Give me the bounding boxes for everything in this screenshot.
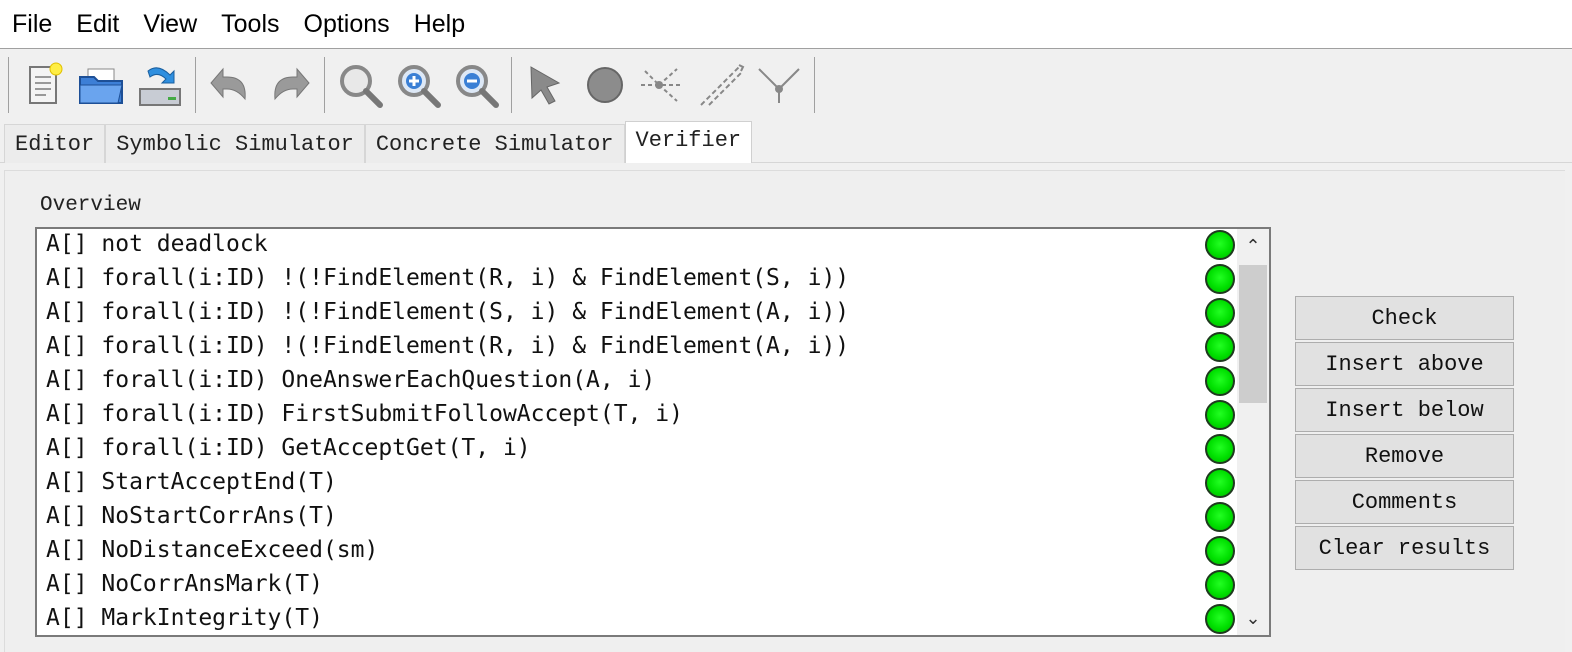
query-text: A[] NoStartCorrAns(T) xyxy=(46,503,337,529)
menu-options[interactable]: Options xyxy=(292,0,402,48)
list-item[interactable]: A[] forall(i:ID) OneAnswerEachQuestion(A… xyxy=(37,365,1237,399)
status-ok-icon xyxy=(1205,536,1235,566)
status-ok-icon xyxy=(1205,400,1235,430)
status-ok-icon xyxy=(1205,264,1235,294)
open-folder-icon[interactable] xyxy=(73,55,131,115)
menu-bar: File Edit View Tools Options Help xyxy=(0,0,1572,49)
query-text: A[] forall(i:ID) FirstSubmitFollowAccept… xyxy=(46,401,683,427)
vertical-scrollbar[interactable]: ⌃ ⌄ xyxy=(1237,229,1269,635)
tab-concrete-simulator[interactable]: Concrete Simulator xyxy=(364,124,625,163)
toolbar-separator xyxy=(8,57,9,113)
location-icon[interactable] xyxy=(576,55,634,115)
toolbar-separator xyxy=(814,57,815,113)
list-item[interactable]: A[] NoCorrAnsMark(T) xyxy=(37,569,1237,603)
comments-button[interactable]: Comments xyxy=(1295,480,1514,524)
menu-view[interactable]: View xyxy=(131,0,209,48)
clear-results-button[interactable]: Clear results xyxy=(1295,526,1514,570)
query-text: A[] forall(i:ID) !(!FindElement(R, i) & … xyxy=(46,333,850,359)
menu-help[interactable]: Help xyxy=(402,0,477,48)
select-pointer-icon[interactable] xyxy=(518,55,576,115)
zoom-in-icon[interactable] xyxy=(389,55,447,115)
status-ok-icon xyxy=(1205,468,1235,498)
list-item[interactable]: A[] forall(i:ID) !(!FindElement(R, i) & … xyxy=(37,263,1237,297)
query-text: A[] not deadlock xyxy=(46,231,268,257)
status-ok-icon xyxy=(1205,604,1235,634)
list-item[interactable]: A[] NoStartCorrAns(T) xyxy=(37,501,1237,535)
edge-icon[interactable] xyxy=(634,55,692,115)
overview-label: Overview xyxy=(40,194,141,217)
menu-edit[interactable]: Edit xyxy=(64,0,131,48)
status-ok-icon xyxy=(1205,366,1235,396)
status-ok-icon xyxy=(1205,332,1235,362)
toolbar xyxy=(0,49,1572,121)
query-text: A[] NoCorrAnsMark(T) xyxy=(46,571,323,597)
redo-icon[interactable] xyxy=(260,55,318,115)
status-ok-icon xyxy=(1205,298,1235,328)
insert-below-button[interactable]: Insert below xyxy=(1295,388,1514,432)
toolbar-separator xyxy=(195,57,196,113)
tab-verifier[interactable]: Verifier xyxy=(624,121,753,163)
query-text: A[] NoDistanceExceed(sm) xyxy=(46,537,379,563)
new-file-icon[interactable] xyxy=(15,55,73,115)
tab-symbolic-simulator[interactable]: Symbolic Simulator xyxy=(105,124,365,163)
toolbar-separator xyxy=(511,57,512,113)
save-icon[interactable] xyxy=(131,55,189,115)
query-text: A[] forall(i:ID) OneAnswerEachQuestion(A… xyxy=(46,367,656,393)
query-text: A[] StartAcceptEnd(T) xyxy=(46,469,337,495)
scroll-up-icon[interactable]: ⌃ xyxy=(1237,229,1269,263)
scroll-thumb[interactable] xyxy=(1239,265,1267,403)
tab-editor[interactable]: Editor xyxy=(4,124,106,163)
nail-icon[interactable] xyxy=(692,55,750,115)
list-item[interactable]: A[] forall(i:ID) !(!FindElement(R, i) & … xyxy=(37,331,1237,365)
list-item[interactable]: A[] forall(i:ID) FirstSubmitFollowAccept… xyxy=(37,399,1237,433)
list-item[interactable]: A[] not deadlock xyxy=(37,229,1237,263)
insert-above-button[interactable]: Insert above xyxy=(1295,342,1514,386)
zoom-icon[interactable] xyxy=(331,55,389,115)
status-ok-icon xyxy=(1205,502,1235,532)
zoom-out-icon[interactable] xyxy=(447,55,505,115)
list-item[interactable]: A[] forall(i:ID) GetAcceptGet(T, i) xyxy=(37,433,1237,467)
status-ok-icon xyxy=(1205,570,1235,600)
undo-icon[interactable] xyxy=(202,55,260,115)
scroll-down-icon[interactable]: ⌄ xyxy=(1237,601,1269,635)
status-ok-icon xyxy=(1205,434,1235,464)
list-item[interactable]: A[] MarkIntegrity(T) xyxy=(37,603,1237,635)
status-ok-icon xyxy=(1205,230,1235,260)
query-text: A[] forall(i:ID) !(!FindElement(R, i) & … xyxy=(46,265,850,291)
menu-tools[interactable]: Tools xyxy=(209,0,291,48)
tab-bar: Editor Symbolic Simulator Concrete Simul… xyxy=(4,121,753,163)
list-item[interactable]: A[] NoDistanceExceed(sm) xyxy=(37,535,1237,569)
query-text: A[] forall(i:ID) !(!FindElement(S, i) & … xyxy=(46,299,850,325)
remove-button[interactable]: Remove xyxy=(1295,434,1514,478)
list-item[interactable]: A[] forall(i:ID) !(!FindElement(S, i) & … xyxy=(37,297,1237,331)
list-item[interactable]: A[] StartAcceptEnd(T) xyxy=(37,467,1237,501)
menu-file[interactable]: File xyxy=(0,0,64,48)
query-text: A[] forall(i:ID) GetAcceptGet(T, i) xyxy=(46,435,531,461)
check-button[interactable]: Check xyxy=(1295,296,1514,340)
query-list[interactable]: A[] not deadlock A[] forall(i:ID) !(!Fin… xyxy=(35,227,1271,637)
branch-icon[interactable] xyxy=(750,55,808,115)
toolbar-separator xyxy=(324,57,325,113)
query-text: A[] MarkIntegrity(T) xyxy=(46,605,323,631)
